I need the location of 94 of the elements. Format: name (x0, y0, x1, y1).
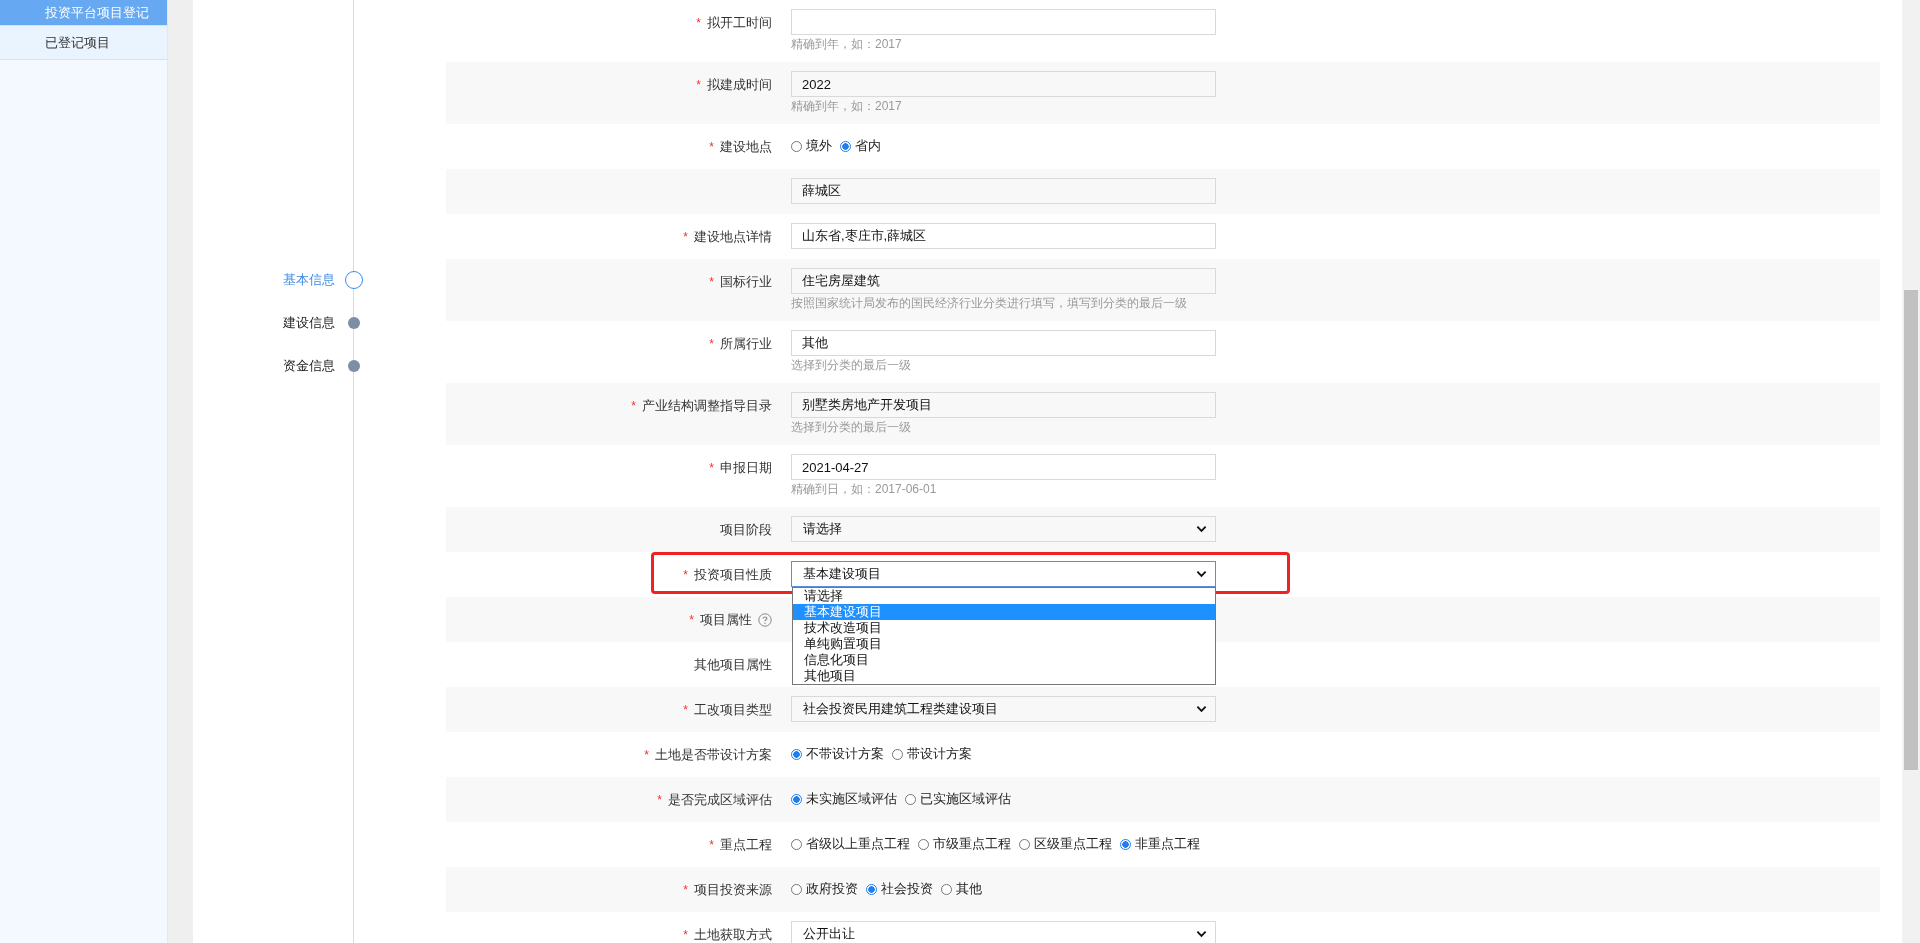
dropdown-option[interactable]: 单纯购置项目 (793, 636, 1215, 652)
field-hint: 按照国家统计局发布的国民经济行业分类进行填写，填写到分类的最后一级 (791, 295, 1188, 312)
chevron-down-icon (1196, 705, 1207, 713)
chevron-down-icon (1196, 930, 1207, 938)
radio-button[interactable] (791, 140, 802, 152)
select-field[interactable]: 公开出让 (791, 921, 1216, 943)
required-mark: * (709, 275, 714, 289)
field-label: 拟开工时间 (707, 14, 772, 32)
required-mark: * (696, 16, 701, 30)
radio-label[interactable]: 非重点工程 (1135, 835, 1200, 853)
field-label: 土地是否带设计方案 (655, 746, 772, 764)
field-label: 项目属性 (700, 611, 752, 629)
field-label: 拟建成时间 (707, 76, 772, 94)
text-field[interactable]: 别墅类房地产开发项目 (791, 392, 1216, 418)
radio-button[interactable] (1019, 838, 1030, 850)
field-label: 项目投资来源 (694, 881, 772, 899)
field-hint: 选择到分类的最后一级 (791, 357, 912, 374)
radio-button[interactable] (941, 883, 952, 895)
select-field[interactable]: 基本建设项目 (791, 561, 1216, 587)
radio-button[interactable] (918, 838, 929, 850)
required-mark: * (709, 140, 714, 154)
radio-label[interactable]: 政府投资 (806, 880, 858, 898)
required-mark: * (683, 703, 688, 717)
dropdown-option[interactable]: 请选择 (793, 588, 1215, 604)
field-hint: 选择到分类的最后一级 (791, 419, 912, 436)
step-link[interactable]: 资金信息 (193, 357, 335, 375)
radio-label[interactable]: 不带设计方案 (806, 745, 884, 763)
field-hint: 精确到年，如：2017 (791, 36, 903, 53)
field-label: 工改项目类型 (694, 701, 772, 719)
required-mark: * (709, 461, 714, 475)
field-label: 投资项目性质 (694, 566, 772, 584)
field-label: 土地获取方式 (694, 926, 772, 943)
radio-label[interactable]: 已实施区域评估 (920, 790, 1011, 808)
field-label: 其他项目属性 (694, 656, 772, 674)
scrollbar-thumb[interactable] (1904, 290, 1918, 770)
radio-label[interactable]: 省内 (855, 137, 881, 155)
radio-button[interactable] (905, 793, 916, 805)
required-mark: * (657, 793, 662, 807)
radio-label[interactable]: 省级以上重点工程 (806, 835, 910, 853)
required-mark: * (644, 748, 649, 762)
radio-label[interactable]: 境外 (806, 137, 832, 155)
radio-button[interactable] (791, 883, 802, 895)
field-hint: 精确到日，如：2017-06-01 (791, 481, 938, 498)
scrollbar[interactable] (1902, 0, 1920, 943)
field-label: 建设地点 (720, 138, 772, 156)
field-label: 建设地点详情 (694, 228, 772, 246)
radio-button[interactable] (892, 748, 903, 760)
dropdown-option[interactable]: 信息化项目 (793, 652, 1215, 668)
text-field[interactable]: 住宅房屋建筑 (791, 268, 1216, 294)
select-field[interactable]: 请选择 (791, 516, 1216, 542)
field-label: 国标行业 (720, 273, 772, 291)
field-label: 申报日期 (720, 459, 772, 477)
radio-button[interactable] (791, 793, 802, 805)
radio-label[interactable]: 带设计方案 (907, 745, 972, 763)
radio-label[interactable]: 市级重点工程 (933, 835, 1011, 853)
radio-button[interactable] (791, 838, 802, 850)
required-mark: * (683, 928, 688, 942)
text-field[interactable]: 其他 (791, 330, 1216, 356)
field-hint: 精确到年，如：2017 (791, 98, 903, 115)
field-label: 所属行业 (720, 335, 772, 353)
radio-button[interactable] (840, 140, 851, 152)
text-field[interactable]: 2022 (791, 71, 1216, 97)
field-label: 是否完成区域评估 (668, 791, 772, 809)
radio-label[interactable]: 社会投资 (881, 880, 933, 898)
field-label: 产业结构调整指导目录 (642, 397, 772, 415)
select-field[interactable]: 社会投资民用建筑工程类建设项目 (791, 696, 1216, 722)
chevron-down-icon (1196, 525, 1207, 533)
step-link[interactable]: 建设信息 (193, 314, 335, 332)
dropdown-option[interactable]: 其他项目 (793, 668, 1215, 684)
required-mark: * (709, 838, 714, 852)
field-label: 重点工程 (720, 836, 772, 854)
radio-button[interactable] (1120, 838, 1131, 850)
text-field[interactable]: 山东省,枣庄市,薛城区 (791, 223, 1216, 249)
sidebar-item[interactable]: 已登记项目 (0, 26, 167, 60)
dropdown-option[interactable]: 技术改造项目 (793, 620, 1215, 636)
radio-label[interactable]: 未实施区域评估 (806, 790, 897, 808)
text-field[interactable]: 薛城区 (791, 178, 1216, 204)
radio-button[interactable] (791, 748, 802, 760)
radio-label[interactable]: 区级重点工程 (1034, 835, 1112, 853)
radio-button[interactable] (866, 883, 877, 895)
required-mark: * (683, 230, 688, 244)
text-field[interactable] (791, 9, 1216, 35)
help-icon[interactable] (758, 613, 772, 627)
required-mark: * (683, 568, 688, 582)
required-mark: * (631, 399, 636, 413)
text-field[interactable]: 2021-04-27 (791, 454, 1216, 480)
required-mark: * (709, 337, 714, 351)
chevron-down-icon (1196, 570, 1207, 578)
required-mark: * (683, 883, 688, 897)
step-link[interactable]: 基本信息 (193, 271, 335, 289)
radio-label[interactable]: 其他 (956, 880, 982, 898)
required-mark: * (696, 78, 701, 92)
required-mark: * (689, 613, 694, 627)
field-label: 项目阶段 (720, 521, 772, 539)
